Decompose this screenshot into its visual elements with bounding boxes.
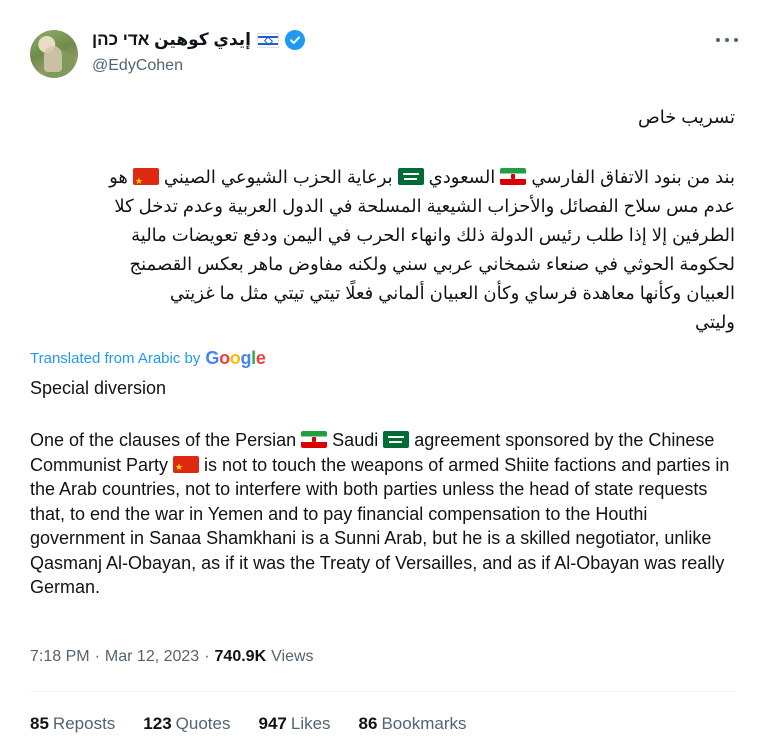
translated-label: Translated from Arabic by (30, 350, 201, 367)
english-title: Special diversion (30, 378, 167, 398)
arabic-line: العبيان وكأنها معاهدة فرساي وكأن العبيان… (169, 283, 735, 303)
avatar[interactable] (30, 30, 78, 78)
divider (30, 691, 735, 692)
translation-attribution[interactable]: Translated from Arabic by Google (30, 348, 266, 369)
iran-flag-icon (301, 431, 328, 448)
reposts-stat[interactable]: 85 Reposts (30, 714, 115, 734)
quotes-count: 123 (143, 714, 172, 733)
arabic-body: بند من بنود الاتفاق الفارسي السعودي برعا… (25, 163, 735, 337)
arabic-text: برعاية الحزب الشيوعي الصيني (158, 167, 398, 187)
google-letter: g (240, 348, 252, 368)
arabic-title: تسريب خاص (637, 107, 735, 127)
views-count: 740.9K (214, 648, 267, 665)
arabic-line: عدم مس سلاح الفصائل والأحزاب الشيعية الم… (114, 196, 735, 216)
bookmarks-count: 86 (358, 714, 378, 733)
quotes-stat[interactable]: 123 Quotes (143, 714, 230, 734)
more-options-icon[interactable] (716, 32, 738, 48)
arabic-line: الطرفين إلا إذا طلب رئيس الدولة ذلك وانه… (131, 225, 735, 245)
arabic-text: بند من بنود الاتفاق الفارسي (526, 167, 735, 187)
meta-separator: · (204, 648, 210, 665)
arabic-line: وليتي (694, 312, 735, 332)
bookmarks-stat[interactable]: 86 Bookmarks (359, 714, 467, 734)
english-text: Saudi (327, 430, 384, 450)
tweet-meta: 7:18 PM · Mar 12, 2023 · 740.9K Views (30, 648, 314, 666)
arabic-text: السعودي (423, 167, 501, 187)
tweet-date[interactable]: Mar 12, 2023 (105, 648, 199, 666)
arabic-line: لحكومة الحوثي في صنعاء شمخاني عربي سني و… (129, 254, 736, 274)
iran-flag-icon (500, 168, 527, 185)
google-letter: e (255, 348, 266, 368)
china-flag-icon (132, 167, 159, 196)
tweet-card: إيدي كوهين אדי כהן @EdyCohen تسريب خاص ب… (0, 0, 759, 749)
google-letter: G (205, 348, 220, 368)
engagement-stats: 85 Reposts 123 Quotes 947 Likes 86 Bookmarks (30, 714, 467, 734)
english-text: is not to touch the weapons of armed Shi… (30, 454, 730, 598)
google-logo: Google (205, 348, 266, 369)
reposts-label: Reposts (52, 714, 116, 733)
english-body: One of the clauses of the Persian Saudi … (30, 428, 730, 600)
english-text: One of the clauses of the Persian (30, 430, 302, 450)
views-label: Views (271, 648, 314, 665)
arabic-text: هو (109, 167, 133, 187)
reposts-count: 85 (30, 714, 49, 733)
saudi-flag-icon (397, 168, 424, 185)
meta-separator: · (94, 648, 100, 665)
likes-count: 947 (258, 714, 287, 733)
author-handle[interactable]: @EdyCohen (92, 57, 183, 75)
google-letter: o (219, 348, 230, 368)
arabic-line: بند من بنود الاتفاق الفارسي السعودي برعا… (25, 163, 735, 196)
israel-flag-icon (257, 32, 279, 48)
google-letter: o (229, 348, 241, 368)
quotes-label: Quotes (175, 714, 231, 733)
author-display-name[interactable]: إيدي كوهين אדי כהן (92, 30, 251, 50)
likes-label: Likes (290, 714, 331, 733)
tweet-time[interactable]: 7:18 PM (30, 648, 90, 666)
likes-stat[interactable]: 947 Likes (258, 714, 330, 734)
saudi-flag-icon (383, 431, 410, 448)
china-flag-icon (173, 455, 200, 479)
verified-badge-icon[interactable] (285, 30, 305, 50)
author-name-row: إيدي كوهين אדי כהן (92, 30, 305, 50)
bookmarks-label: Bookmarks (381, 714, 467, 733)
